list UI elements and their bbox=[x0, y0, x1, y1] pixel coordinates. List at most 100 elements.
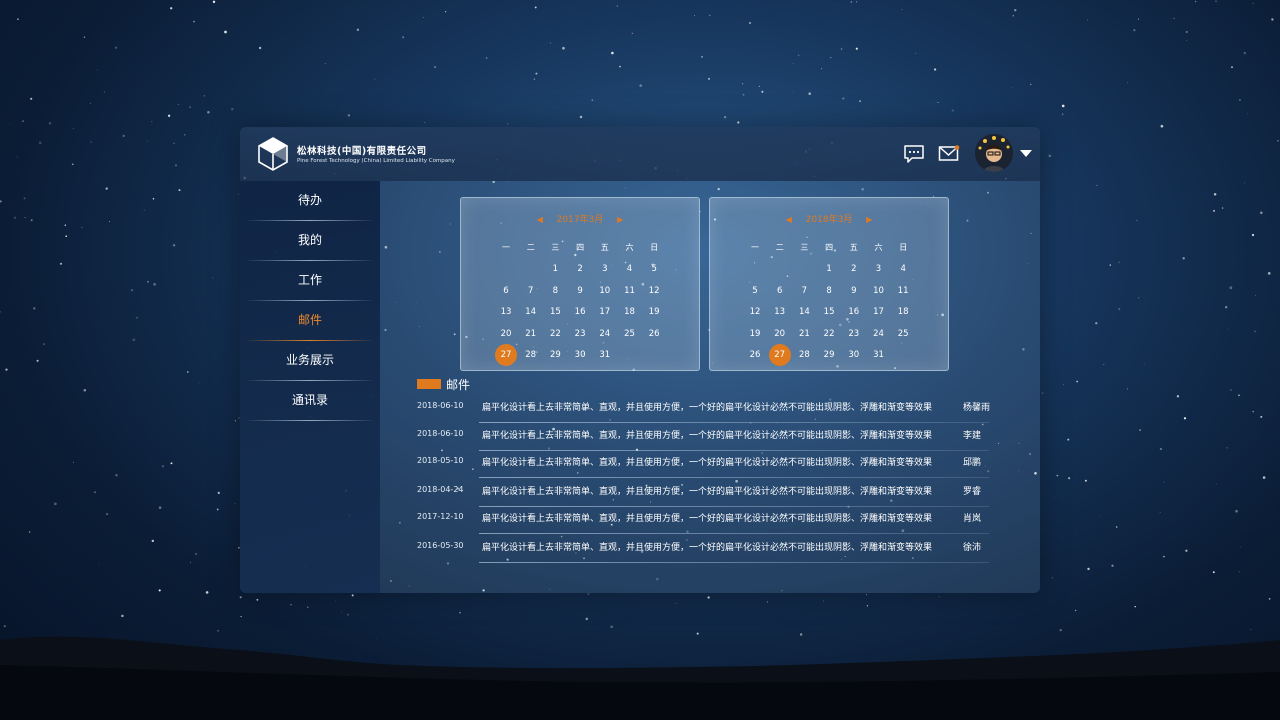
calendar-day[interactable]: 30 bbox=[568, 345, 592, 365]
calendar-day[interactable]: 6 bbox=[494, 281, 518, 301]
prev-month-arrow-icon[interactable]: ◀ bbox=[536, 215, 544, 224]
calendar-day[interactable]: 25 bbox=[891, 324, 915, 344]
calendar-day-today[interactable]: 27 bbox=[495, 344, 517, 366]
calendar-day[interactable]: 15 bbox=[543, 302, 567, 322]
calendar-day[interactable]: 4 bbox=[618, 259, 642, 279]
calendar-day[interactable]: 18 bbox=[618, 302, 642, 322]
calendar-day[interactable]: 22 bbox=[817, 324, 841, 344]
calendar-day[interactable]: 31 bbox=[867, 345, 891, 365]
weekday-label: 六 bbox=[874, 243, 883, 252]
calendar-day[interactable]: 30 bbox=[842, 345, 866, 365]
calendar-day[interactable]: 31 bbox=[593, 345, 617, 365]
sidebar-item-label: 业务展示 bbox=[285, 353, 334, 367]
mail-list-item[interactable]: 2018-05-10 扁平化设计看上去非常简单、直观，并且使用方便，一个好的扁平… bbox=[417, 450, 992, 478]
calendar-day[interactable]: 3 bbox=[867, 259, 891, 279]
calendar-day[interactable]: 23 bbox=[842, 324, 866, 344]
avatar[interactable] bbox=[975, 134, 1013, 172]
calendar-day[interactable]: 14 bbox=[792, 302, 816, 322]
calendar-day[interactable]: 26 bbox=[743, 345, 767, 365]
mail-list-item[interactable]: 2018-04-24 扁平化设计看上去非常简单、直观，并且使用方便，一个好的扁平… bbox=[417, 479, 992, 507]
calendar-day[interactable]: 9 bbox=[842, 281, 866, 301]
calendar-day[interactable]: 20 bbox=[768, 324, 792, 344]
calendar-day[interactable]: 28 bbox=[792, 345, 816, 365]
mail-date: 2018-05-10 bbox=[417, 456, 464, 465]
hills-silhouette bbox=[0, 636, 1280, 720]
calendar-day[interactable]: 11 bbox=[618, 281, 642, 301]
calendar-day[interactable]: 18 bbox=[891, 302, 915, 322]
calendar-day[interactable]: 15 bbox=[817, 302, 841, 322]
calendar-day[interactable]: 4 bbox=[891, 259, 915, 279]
calendar-day[interactable]: 21 bbox=[519, 324, 543, 344]
mail-list-item[interactable]: 2018-06-10 扁平化设计看上去非常简单、直观，并且使用方便，一个好的扁平… bbox=[417, 395, 992, 423]
calendar-day[interactable]: 20 bbox=[494, 324, 518, 344]
mail-list-item[interactable]: 2018-06-10 扁平化设计看上去非常简单、直观，并且使用方便，一个好的扁平… bbox=[417, 423, 992, 451]
calendar-day[interactable]: 2 bbox=[568, 259, 592, 279]
calendar-day[interactable]: 9 bbox=[568, 281, 592, 301]
sidebar-item-mail[interactable]: 邮件 bbox=[248, 301, 372, 341]
calendar-day[interactable]: 19 bbox=[743, 324, 767, 344]
calendar-day[interactable]: 11 bbox=[891, 281, 915, 301]
calendar-day[interactable]: 12 bbox=[642, 281, 666, 301]
calendar-day[interactable]: 16 bbox=[842, 302, 866, 322]
sidebar-item-todo[interactable]: 待办 bbox=[248, 181, 372, 221]
chat-icon[interactable] bbox=[903, 144, 925, 164]
calendar-day-today[interactable]: 27 bbox=[768, 344, 791, 366]
calendar-day[interactable]: 19 bbox=[642, 302, 666, 322]
next-month-arrow-icon[interactable]: ▶ bbox=[616, 215, 624, 224]
calendar-day[interactable]: 22 bbox=[543, 324, 567, 344]
mail-list-item[interactable]: 2017-12-10 扁平化设计看上去非常简单、直观，并且使用方便，一个好的扁平… bbox=[417, 506, 992, 534]
mail-subject: 扁平化设计看上去非常简单、直观，并且使用方便，一个好的扁平化设计必然不可能出现阴… bbox=[482, 403, 933, 413]
sidebar-nav: 待办 我的 工作 邮件 业务展示 通讯录 bbox=[240, 181, 380, 593]
calendar-day[interactable]: 5 bbox=[743, 281, 767, 301]
calendar-day[interactable]: 28 bbox=[519, 345, 543, 365]
sidebar-item-contacts[interactable]: 通讯录 bbox=[248, 381, 372, 421]
calendar-day[interactable]: 13 bbox=[768, 302, 792, 322]
dashboard-window: 松林科技(中国)有限责任公司 Pine Forest Technology (C… bbox=[240, 127, 1040, 593]
divider bbox=[479, 477, 989, 478]
calendar-month-title: 2018年3月 bbox=[805, 215, 853, 225]
calendar-day[interactable]: 25 bbox=[618, 324, 642, 344]
calendar-day[interactable]: 10 bbox=[593, 281, 617, 301]
calendar-day[interactable]: 23 bbox=[568, 324, 592, 344]
calendar-day[interactable]: 10 bbox=[867, 281, 891, 301]
mail-icon[interactable] bbox=[938, 144, 960, 164]
calendar-day[interactable]: 17 bbox=[593, 302, 617, 322]
calendar-day[interactable]: 6 bbox=[768, 281, 792, 301]
weekday-label: 四 bbox=[576, 243, 585, 252]
calendar-day[interactable]: 1 bbox=[543, 259, 567, 279]
chevron-down-icon[interactable] bbox=[1019, 147, 1033, 159]
calendar-day[interactable]: 29 bbox=[817, 345, 841, 365]
calendar-day[interactable]: 26 bbox=[642, 324, 666, 344]
calendar-day[interactable]: 7 bbox=[519, 281, 543, 301]
weekday-label: 二 bbox=[775, 243, 784, 252]
calendar-day[interactable]: 2 bbox=[842, 259, 866, 279]
mail-date: 2017-12-10 bbox=[417, 512, 464, 521]
sidebar-item-mine[interactable]: 我的 bbox=[248, 221, 372, 261]
sidebar-item-work[interactable]: 工作 bbox=[248, 261, 372, 301]
calendar-day[interactable]: 1 bbox=[817, 259, 841, 279]
mail-date: 2016-05-30 bbox=[417, 541, 464, 550]
calendar-day[interactable]: 5 bbox=[642, 259, 666, 279]
calendar-day[interactable]: 29 bbox=[543, 345, 567, 365]
calendar-day[interactable]: 3 bbox=[593, 259, 617, 279]
mail-list-item[interactable]: 2016-05-30 扁平化设计看上去非常简单、直观，并且使用方便，一个好的扁平… bbox=[417, 535, 992, 563]
calendar-day[interactable]: 8 bbox=[543, 281, 567, 301]
calendar-day[interactable]: 16 bbox=[568, 302, 592, 322]
calendar-day[interactable]: 7 bbox=[792, 281, 816, 301]
calendar-day[interactable]: 13 bbox=[494, 302, 518, 322]
next-month-arrow-icon[interactable]: ▶ bbox=[865, 215, 873, 224]
weekday-label: 三 bbox=[551, 243, 560, 252]
mail-sender: 杨馨雨 bbox=[963, 403, 991, 413]
calendar-day[interactable]: 21 bbox=[792, 324, 816, 344]
calendar-day[interactable]: 24 bbox=[593, 324, 617, 344]
calendar-day[interactable]: 17 bbox=[867, 302, 891, 322]
calendar-month-title: 2017年3月 bbox=[556, 215, 604, 225]
divider bbox=[479, 562, 989, 563]
prev-month-arrow-icon[interactable]: ◀ bbox=[785, 215, 793, 224]
sidebar-item-business[interactable]: 业务展示 bbox=[248, 341, 372, 381]
calendar-day[interactable]: 24 bbox=[867, 324, 891, 344]
company-name-en: Pine Forest Technology (China) Limited L… bbox=[297, 158, 455, 164]
calendar-day[interactable]: 14 bbox=[519, 302, 543, 322]
calendar-day[interactable]: 8 bbox=[817, 281, 841, 301]
calendar-day[interactable]: 12 bbox=[743, 302, 767, 322]
